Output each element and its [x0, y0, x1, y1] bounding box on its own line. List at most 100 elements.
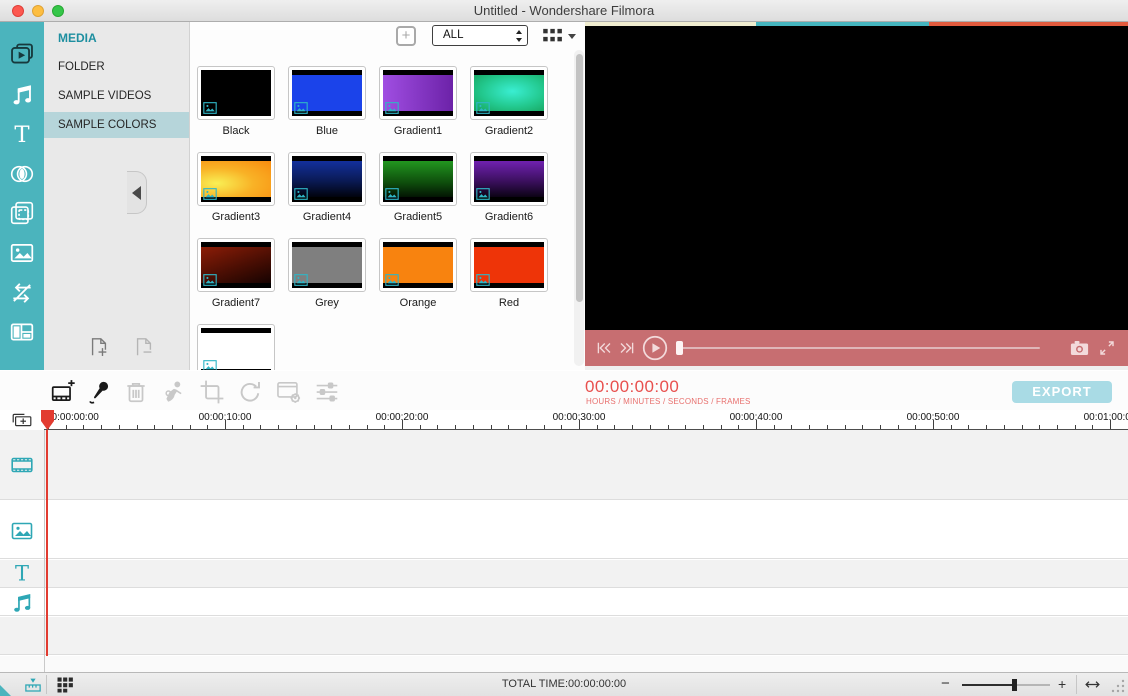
ruler-tick: [1075, 425, 1076, 429]
skip-next-button[interactable]: [618, 339, 636, 357]
filter-dropdown[interactable]: ALL: [432, 25, 528, 46]
fit-timeline-icon[interactable]: [1084, 677, 1101, 692]
adjust-button[interactable]: [314, 379, 340, 405]
chevron-down-icon[interactable]: [568, 34, 576, 39]
seek-bar[interactable]: [680, 347, 1040, 349]
snapshot-camera-button[interactable]: [1069, 339, 1090, 357]
sidebar-item-elements[interactable]: [9, 200, 35, 226]
sample-cell: Gradient3: [197, 152, 275, 238]
media-category-sample-colors[interactable]: SAMPLE COLORS: [44, 112, 189, 138]
zoom-out-button[interactable]: −: [941, 675, 950, 692]
image-thumb-icon: [476, 188, 490, 200]
sample-cell: White: [197, 324, 275, 370]
ruler-tick: [349, 425, 350, 429]
swap-arrows-icon: [9, 280, 35, 306]
ruler-tick: [703, 425, 704, 429]
sample-label: Black: [197, 125, 275, 137]
ruler-tick: [721, 425, 722, 429]
ruler-tick: [508, 425, 509, 429]
timeline-scroll-area[interactable]: [0, 656, 1128, 672]
add-media-button[interactable]: +: [396, 26, 416, 46]
sample-thumbnail-red[interactable]: [470, 238, 548, 292]
sample-thumbnail-blue[interactable]: [288, 66, 366, 120]
library-scrollbar-thumb[interactable]: [576, 54, 583, 302]
collapse-panel-button[interactable]: [127, 171, 147, 214]
timeline-ruler[interactable]: 00:00:00:0000:00:10:0000:00:20:0000:00:3…: [44, 410, 1128, 430]
total-time-label: TOTAL TIME:00:00:00:00: [0, 678, 1128, 690]
sample-thumbnail-gradient5[interactable]: [379, 152, 457, 206]
timeline-header: 00:00:00:0000:00:10:0000:00:20:0000:00:3…: [0, 410, 1128, 430]
pip-track-icon[interactable]: [10, 519, 34, 543]
timeline-zoom-slider[interactable]: [962, 684, 1050, 686]
sample-cell: Orange: [379, 238, 457, 324]
add-to-timeline-button[interactable]: [50, 379, 76, 405]
record-voiceover-button[interactable]: [87, 379, 113, 405]
skip-previous-button[interactable]: [595, 339, 613, 357]
ruler-tick: [685, 425, 686, 429]
sample-thumbnail-black[interactable]: [197, 66, 275, 120]
sidebar-item-music[interactable]: [9, 82, 35, 108]
sidebar-item-split-screen[interactable]: [9, 319, 35, 345]
seek-handle[interactable]: [676, 341, 683, 355]
audio-track-icon[interactable]: [10, 591, 34, 615]
titles-track-icon[interactable]: T: [10, 561, 34, 585]
sample-thumbnail-gradient6[interactable]: [470, 152, 548, 206]
ruler-tick: [614, 425, 615, 429]
sample-thumbnail-gradient1[interactable]: [379, 66, 457, 120]
ruler-tick: [172, 425, 173, 429]
delete-button[interactable]: [123, 379, 149, 405]
crop-button[interactable]: [199, 379, 225, 405]
add-track-icon[interactable]: [11, 412, 33, 428]
resize-grip-icon[interactable]: [1110, 678, 1126, 694]
sidebar-item-import-export[interactable]: [9, 280, 35, 306]
export-button[interactable]: EXPORT: [1012, 381, 1112, 403]
sample-thumbnail-orange[interactable]: [379, 238, 457, 292]
ruler-tick: [260, 425, 261, 429]
media-category-sample-videos[interactable]: SAMPLE VIDEOS: [44, 83, 189, 109]
sample-thumbnail-gradient2[interactable]: [470, 66, 548, 120]
rotate-button[interactable]: [237, 379, 263, 405]
ruler-tick: [845, 425, 846, 429]
media-panel-actions: [44, 334, 189, 364]
transitions-icon: [9, 161, 35, 187]
text-icon: T: [9, 121, 35, 147]
power-tool-icon: [160, 379, 186, 405]
video-track-row[interactable]: [0, 430, 1128, 500]
video-track-icon[interactable]: [10, 453, 34, 477]
filmstrip-icon: [10, 453, 34, 477]
fullscreen-button[interactable]: [1098, 339, 1116, 357]
sample-thumbnail-gradient7[interactable]: [197, 238, 275, 292]
ruler-tick: [862, 425, 863, 429]
advanced-settings-button[interactable]: [276, 379, 302, 405]
grid-view-button[interactable]: [542, 28, 564, 44]
sample-cell: Gradient4: [288, 152, 366, 238]
sidebar-item-pip[interactable]: [9, 240, 35, 266]
sample-thumbnail-gradient4[interactable]: [288, 152, 366, 206]
sample-thumbnail-gradient3[interactable]: [197, 152, 275, 206]
sidebar-item-media[interactable]: [9, 42, 35, 68]
power-tool-button[interactable]: [160, 379, 186, 405]
text-icon: T: [10, 561, 34, 585]
sample-thumbnail-grey[interactable]: [288, 238, 366, 292]
zoom-slider-fill: [962, 684, 1014, 686]
filmora-window: Untitled - Wondershare Filmora T MEDIA F…: [0, 0, 1128, 696]
empty-track-row[interactable]: [0, 617, 1128, 655]
statusbar-divider: [1076, 675, 1077, 694]
add-file-button[interactable]: [88, 334, 110, 360]
sample-thumbnail-white[interactable]: [197, 324, 275, 370]
ruler-tick: [491, 425, 492, 429]
ruler-tick: [650, 425, 651, 429]
zoom-slider-handle[interactable]: [1012, 679, 1017, 691]
sidebar-item-transitions[interactable]: [9, 161, 35, 187]
zoom-in-button[interactable]: +: [1058, 676, 1066, 692]
play-button[interactable]: [642, 335, 668, 361]
remove-file-button[interactable]: [133, 334, 155, 360]
audio-track-row[interactable]: [0, 589, 1128, 616]
pip-track-row[interactable]: [0, 501, 1128, 559]
media-category-folder[interactable]: FOLDER: [44, 54, 189, 80]
sidebar-item-text[interactable]: T: [9, 121, 35, 147]
titles-track-row[interactable]: [0, 560, 1128, 588]
thumbnail-frame: [292, 156, 362, 202]
ruler-tick: [384, 425, 385, 429]
add-to-timeline-icon: [50, 379, 76, 405]
